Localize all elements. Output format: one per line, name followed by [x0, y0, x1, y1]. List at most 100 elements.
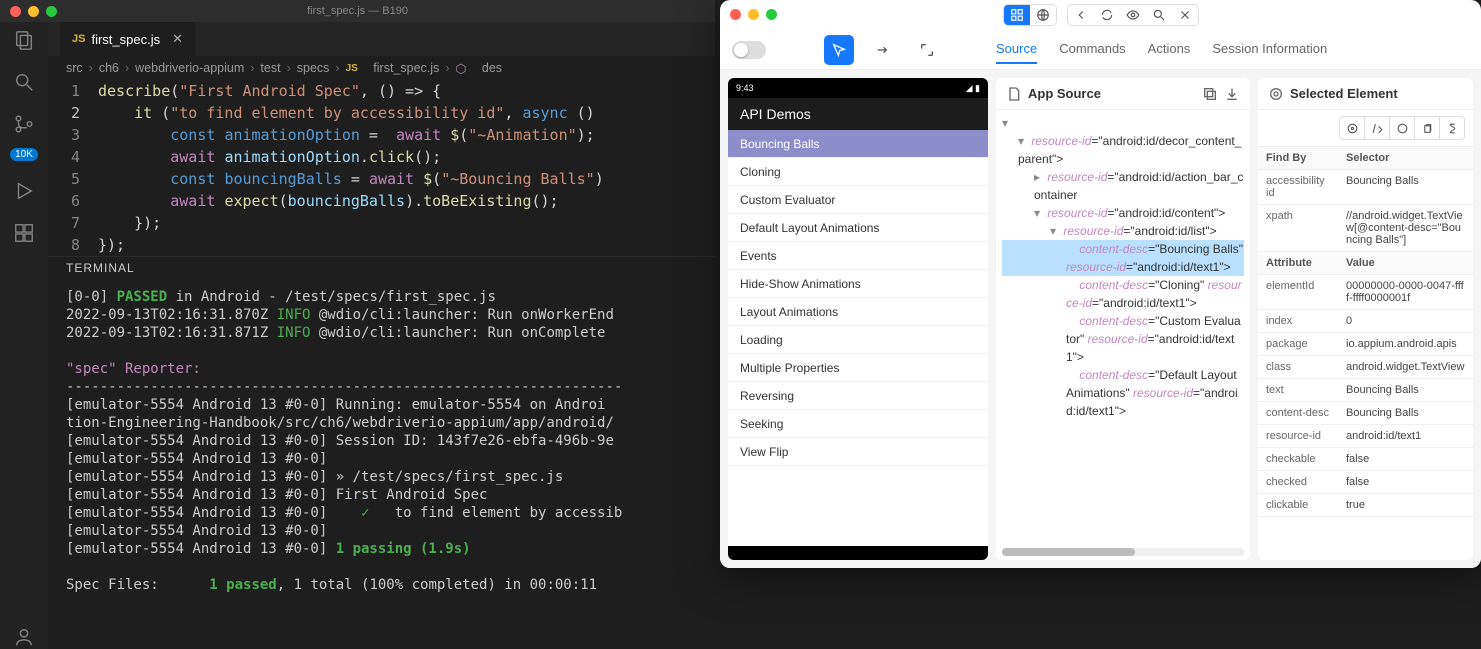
tree-node[interactable]: ▸ resource-id="android:id/action_bar_con…	[1002, 168, 1244, 204]
vscode-titlebar: first_spec.js — B190	[0, 0, 715, 22]
findby-table: Find BySelector accessibility idBouncing…	[1258, 147, 1473, 252]
breadcrumb[interactable]: src› ch6› webdriverio-appium› test› spec…	[48, 56, 715, 80]
terminal-output[interactable]: [0-0] PASSED in Android - /test/specs/fi…	[48, 286, 715, 596]
tree-node[interactable]: content-desc="Custom Evaluator" resource…	[1002, 312, 1244, 366]
table-row: clickabletrue	[1258, 494, 1473, 517]
element-actions	[1258, 110, 1473, 147]
appium-inspector-window: Source Commands Actions Session Informat…	[720, 0, 1481, 568]
vscode-window: first_spec.js — B190 10K JS first_spec.j…	[0, 0, 715, 649]
table-row: resource-idandroid:id/text1	[1258, 425, 1473, 448]
tab-commands[interactable]: Commands	[1059, 35, 1125, 64]
horizontal-scrollbar[interactable]	[1002, 548, 1244, 556]
run-debug-icon[interactable]	[12, 179, 36, 203]
attributes-table: AttributeValue elementId00000000-0000-00…	[1258, 252, 1473, 517]
tab-source[interactable]: Source	[996, 35, 1037, 64]
close-icon[interactable]	[1172, 5, 1198, 25]
app-bar: API Demos	[728, 98, 988, 130]
tree-node[interactable]: ▾	[1002, 114, 1244, 132]
list-item[interactable]: Cloning	[728, 158, 988, 186]
list-item[interactable]: Reversing	[728, 382, 988, 410]
selected-element-panel: Selected Element Find BySelector accessi…	[1258, 78, 1473, 560]
search-icon[interactable]	[12, 70, 36, 94]
list-item[interactable]: Layout Animations	[728, 298, 988, 326]
status-bar: 9:43◢ ▮	[728, 78, 988, 98]
activity-bar: 10K	[0, 0, 48, 649]
tap-icon[interactable]	[1339, 116, 1365, 140]
send-keys-icon[interactable]	[1364, 116, 1390, 140]
grid-icon[interactable]	[1004, 5, 1030, 25]
tree-node[interactable]: content-desc="Bouncing Balls" resource-i…	[1002, 240, 1244, 276]
table-row: checkablefalse	[1258, 448, 1473, 471]
account-icon[interactable]	[12, 625, 36, 649]
scm-badge: 10K	[10, 148, 38, 161]
list-item[interactable]: Loading	[728, 326, 988, 354]
clear-icon[interactable]	[1389, 116, 1415, 140]
file-icon	[1006, 86, 1022, 102]
code-editor[interactable]: 1 2 3 4 5 6 7 8 describe("First Android …	[48, 80, 715, 256]
tree-node[interactable]: content-desc="Default Layout Animations"…	[1002, 366, 1244, 420]
js-file-icon: JS	[72, 33, 85, 45]
list-item[interactable]: Multiple Properties	[728, 354, 988, 382]
globe-icon[interactable]	[1030, 5, 1056, 25]
table-row: packageio.appium.android.apis	[1258, 333, 1473, 356]
line-gutter: 1 2 3 4 5 6 7 8	[48, 80, 98, 256]
tree-node[interactable]: ▾ resource-id="android:id/decor_content_…	[1002, 132, 1244, 168]
list-item[interactable]: Hide-Show Animations	[728, 270, 988, 298]
extensions-icon[interactable]	[12, 221, 36, 245]
list-item[interactable]: View Flip	[728, 438, 988, 466]
panel-title: App Source	[1028, 86, 1196, 101]
app-source-panel: App Source ▾ ▾ resource-id="android:id/d…	[996, 78, 1250, 560]
copy-icon[interactable]	[1202, 86, 1218, 102]
table-row: xpath//android.widget.TextView[@content-…	[1258, 205, 1473, 252]
swipe-icon[interactable]	[868, 35, 898, 65]
list-item[interactable]: Bouncing Balls	[728, 130, 988, 158]
table-row: textBouncing Balls	[1258, 379, 1473, 402]
tab-first-spec[interactable]: JS first_spec.js ✕	[60, 22, 195, 56]
device-screenshot[interactable]: 9:43◢ ▮ API Demos Bouncing BallsCloningC…	[728, 78, 988, 560]
source-control-icon[interactable]	[12, 112, 36, 136]
inspector-toolbar: Source Commands Actions Session Informat…	[720, 30, 1481, 70]
tab-actions[interactable]: Actions	[1148, 35, 1191, 64]
tree-node[interactable]: ▾ resource-id="android:id/list">	[1002, 222, 1244, 240]
copy-icon[interactable]	[1414, 116, 1440, 140]
window-title: first_spec.js — B190	[307, 5, 408, 17]
timer-icon[interactable]	[1439, 116, 1465, 140]
table-row: checkedfalse	[1258, 471, 1473, 494]
tab-label: first_spec.js	[91, 32, 160, 47]
target-icon	[1268, 86, 1284, 102]
panel-title: Selected Element	[1290, 86, 1398, 101]
list-item[interactable]: Custom Evaluator	[728, 186, 988, 214]
tab-session-info[interactable]: Session Information	[1212, 35, 1327, 64]
tree-node[interactable]: ▾ resource-id="android:id/content">	[1002, 204, 1244, 222]
inspector-tabs: Source Commands Actions Session Informat…	[996, 35, 1327, 64]
device-list[interactable]: Bouncing BallsCloningCustom EvaluatorDef…	[728, 130, 988, 546]
expand-icon[interactable]	[912, 35, 942, 65]
list-item[interactable]: Events	[728, 242, 988, 270]
terminal-tab[interactable]: TERMINAL	[48, 256, 715, 286]
table-row: classandroid.widget.TextView	[1258, 356, 1473, 379]
download-icon[interactable]	[1224, 86, 1240, 102]
code-lines[interactable]: describe("First Android Spec", () => { i…	[98, 80, 715, 256]
eye-icon[interactable]	[1120, 5, 1146, 25]
inspector-titlebar	[720, 0, 1481, 30]
source-tree[interactable]: ▾ ▾ resource-id="android:id/decor_conten…	[996, 110, 1250, 548]
editor-tabs: JS first_spec.js ✕	[48, 22, 715, 56]
list-item[interactable]: Seeking	[728, 410, 988, 438]
traffic-lights[interactable]	[10, 6, 57, 17]
refresh-icon[interactable]	[1094, 5, 1120, 25]
explorer-icon[interactable]	[12, 28, 36, 52]
table-row: elementId00000000-0000-0047-ffff-ffff000…	[1258, 275, 1473, 310]
table-row: index0	[1258, 310, 1473, 333]
android-navbar	[728, 546, 988, 560]
back-icon[interactable]	[1068, 5, 1094, 25]
search-icon[interactable]	[1146, 5, 1172, 25]
tree-node[interactable]: content-desc="Cloning" resource-id="andr…	[1002, 276, 1244, 312]
table-row: accessibility idBouncing Balls	[1258, 170, 1473, 205]
traffic-lights[interactable]	[730, 9, 777, 20]
native-toggle[interactable]	[732, 41, 766, 59]
view-mode-segment[interactable]	[1003, 4, 1057, 26]
list-item[interactable]: Default Layout Animations	[728, 214, 988, 242]
nav-segment[interactable]	[1067, 4, 1199, 26]
close-icon[interactable]: ✕	[172, 31, 183, 47]
select-element-button[interactable]	[824, 35, 854, 65]
